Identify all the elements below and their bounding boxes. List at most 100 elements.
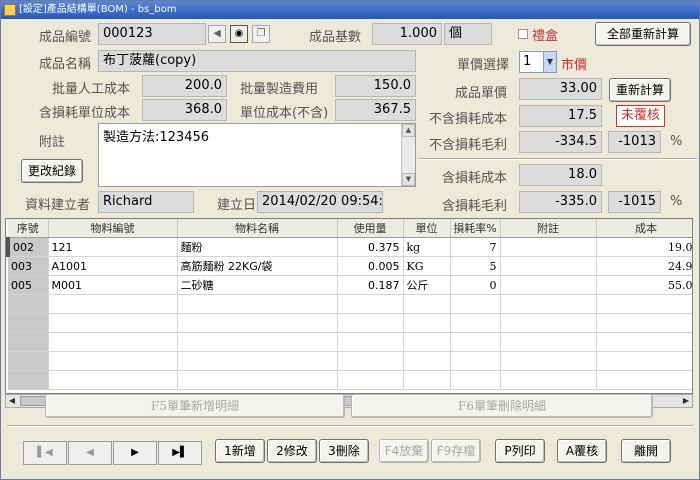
column-header[interactable]: 物料名稱	[177, 219, 338, 238]
labor-cost-label: 批量人工成本	[52, 82, 131, 97]
table-row[interactable]: 005 M001 二砂糖 0.187 公斤 0 55.0	[8, 275, 692, 295]
gift-box-checkbox[interactable]	[518, 29, 528, 39]
usage-cell[interactable]: 0.005	[337, 256, 404, 276]
delete-detail-button[interactable]: F6單筆刪除明細	[351, 394, 653, 418]
material-code-cell[interactable]: M001	[48, 275, 178, 295]
bom-detail-grid[interactable]: 序號 物料編號 物料名稱 使用量 單位 損耗率% 附註 成本 002 121 麵	[5, 218, 693, 394]
created-date-field[interactable]: 2014/02/20 09:54:41	[257, 191, 383, 213]
usage-cell[interactable]: 0.187	[337, 275, 404, 295]
unit-cost-loss-field[interactable]: 368.0	[142, 99, 227, 121]
cost-loss-field[interactable]: 18.0	[519, 164, 602, 186]
loss-rate-cell[interactable]: 7	[450, 237, 501, 257]
chevron-down-icon[interactable]: ▼	[543, 52, 556, 72]
loss-rate-cell[interactable]: 5	[450, 256, 501, 276]
table-row[interactable]: 002 121 麵粉 0.375 kg 7 19.0	[6, 237, 692, 257]
base-unit-field[interactable]: 個	[444, 23, 492, 45]
unit-cost-label: 單位成本(不含)	[240, 106, 329, 121]
unit-cost-loss-label: 含損耗單位成本	[39, 106, 131, 121]
unit-cell[interactable]: 公斤	[403, 275, 451, 295]
prev-record-icon[interactable]: ◀	[68, 441, 112, 465]
add-detail-button[interactable]: F5單筆新增明細	[45, 394, 345, 418]
memo-scrollbar[interactable]: ▲ ▼	[401, 124, 415, 186]
column-header[interactable]: 損耗率%	[450, 219, 501, 238]
profit-no-loss-field[interactable]: -334.5	[519, 131, 602, 153]
product-code-field[interactable]: 000123	[98, 23, 206, 45]
column-header[interactable]: 單位	[403, 219, 451, 238]
binoculars-icon[interactable]: ◉	[230, 25, 248, 43]
price-select-value: 1	[523, 54, 532, 69]
material-code-cell[interactable]: A1001	[48, 256, 178, 276]
profit-loss-label: 含損耗毛利	[442, 199, 508, 214]
abandon-button[interactable]: F4放棄	[379, 439, 429, 463]
product-name-field[interactable]: 布丁菠蘿(copy)	[98, 50, 416, 72]
column-header[interactable]: 物料編號	[48, 219, 178, 238]
delete-button[interactable]: 3刪除	[319, 439, 369, 463]
mfg-cost-field[interactable]: 150.0	[335, 75, 416, 97]
loss-rate-cell[interactable]: 0	[450, 275, 501, 295]
material-name-cell[interactable]: 高筋麵粉 22KG/袋	[177, 256, 338, 276]
scroll-left-icon[interactable]: ◀	[6, 395, 18, 407]
scroll-up-icon[interactable]: ▲	[402, 124, 415, 137]
unit-price-field[interactable]: 33.00	[519, 78, 602, 100]
material-name-cell[interactable]: 二砂糖	[177, 275, 338, 295]
profit-loss-pct-field[interactable]: -1015	[608, 191, 661, 213]
table-row[interactable]: 003 A1001 高筋麵粉 22KG/袋 0.005 KG 5 24.9	[8, 256, 692, 276]
empty-row[interactable]	[8, 332, 692, 352]
gift-box-label: 禮盒	[532, 29, 559, 44]
empty-row[interactable]	[8, 313, 692, 333]
scroll-down-icon[interactable]: ▼	[402, 173, 415, 186]
cost-no-loss-field[interactable]: 17.5	[519, 105, 602, 127]
title-bar[interactable]: [設定]產品結構單(BOM) - bs_bom	[1, 1, 699, 19]
close-button[interactable]: 離開	[621, 439, 671, 463]
material-name-cell[interactable]: 麵粉	[177, 237, 338, 257]
seq-cell[interactable]: 003	[8, 256, 49, 276]
note-cell[interactable]	[500, 275, 597, 295]
cost-cell[interactable]: 24.9	[596, 256, 692, 276]
lookup-prev-icon[interactable]: ◀	[208, 25, 226, 43]
bom-window: [設定]產品結構單(BOM) - bs_bom 成品編號 000123 ◀ ◉ …	[0, 0, 700, 480]
usage-cell[interactable]: 0.375	[337, 237, 404, 257]
new-button[interactable]: 1新增	[215, 439, 265, 463]
column-header[interactable]: 成本	[596, 219, 692, 238]
recalc-button[interactable]: 重新計算	[609, 78, 671, 102]
column-header[interactable]: 附註	[500, 219, 597, 238]
scroll-right-icon[interactable]: ▶	[680, 395, 692, 407]
creator-field[interactable]: Richard	[98, 191, 194, 213]
material-code-cell[interactable]: 121	[48, 237, 178, 257]
base-qty-field[interactable]: 1.000	[372, 23, 442, 45]
unit-cell[interactable]: kg	[403, 237, 451, 257]
copy-icon[interactable]: ❐	[252, 25, 270, 43]
note-cell[interactable]	[500, 256, 597, 276]
seq-cell[interactable]: 005	[8, 275, 49, 295]
next-record-icon[interactable]: ▶	[113, 441, 157, 465]
edit-button[interactable]: 2修改	[267, 439, 317, 463]
recalc-all-button[interactable]: 全部重新計算	[595, 22, 691, 46]
first-record-icon[interactable]: ▌◀	[23, 441, 67, 465]
unit-cost-field[interactable]: 367.5	[335, 99, 416, 121]
cost-cell[interactable]: 55.0	[596, 275, 692, 295]
last-record-icon[interactable]: ▶▌	[158, 441, 202, 465]
seq-cell[interactable]: 002	[6, 237, 49, 257]
column-header[interactable]: 使用量	[337, 219, 404, 238]
cost-loss-label: 含損耗成本	[442, 171, 508, 186]
approve-button[interactable]: A覆核	[557, 439, 607, 463]
unit-price-label: 成品單價	[455, 86, 508, 101]
memo-textarea[interactable]: 製造方法:123456 ▲ ▼	[98, 123, 416, 187]
empty-row[interactable]	[8, 370, 692, 390]
cost-cell[interactable]: 19.0	[596, 237, 692, 257]
price-type-label: 市價	[561, 58, 588, 73]
save-button[interactable]: F9存檔	[431, 439, 481, 463]
profit-loss-field[interactable]: -335.0	[519, 191, 602, 213]
unit-cell[interactable]: KG	[403, 256, 451, 276]
change-history-button[interactable]: 更改紀錄	[21, 159, 83, 183]
print-button[interactable]: P列印	[495, 439, 545, 463]
price-select-dropdown[interactable]: 1 ▼	[519, 51, 557, 73]
product-name-label: 成品名稱	[39, 57, 92, 72]
empty-row[interactable]	[8, 294, 692, 314]
note-cell[interactable]	[500, 237, 597, 257]
column-header[interactable]: 序號	[8, 219, 49, 238]
empty-row[interactable]	[8, 351, 692, 371]
profit-no-loss-pct-field[interactable]: -1013	[608, 131, 661, 153]
labor-cost-field[interactable]: 200.0	[142, 75, 227, 97]
cost-no-loss-label: 不含損耗成本	[429, 112, 508, 127]
